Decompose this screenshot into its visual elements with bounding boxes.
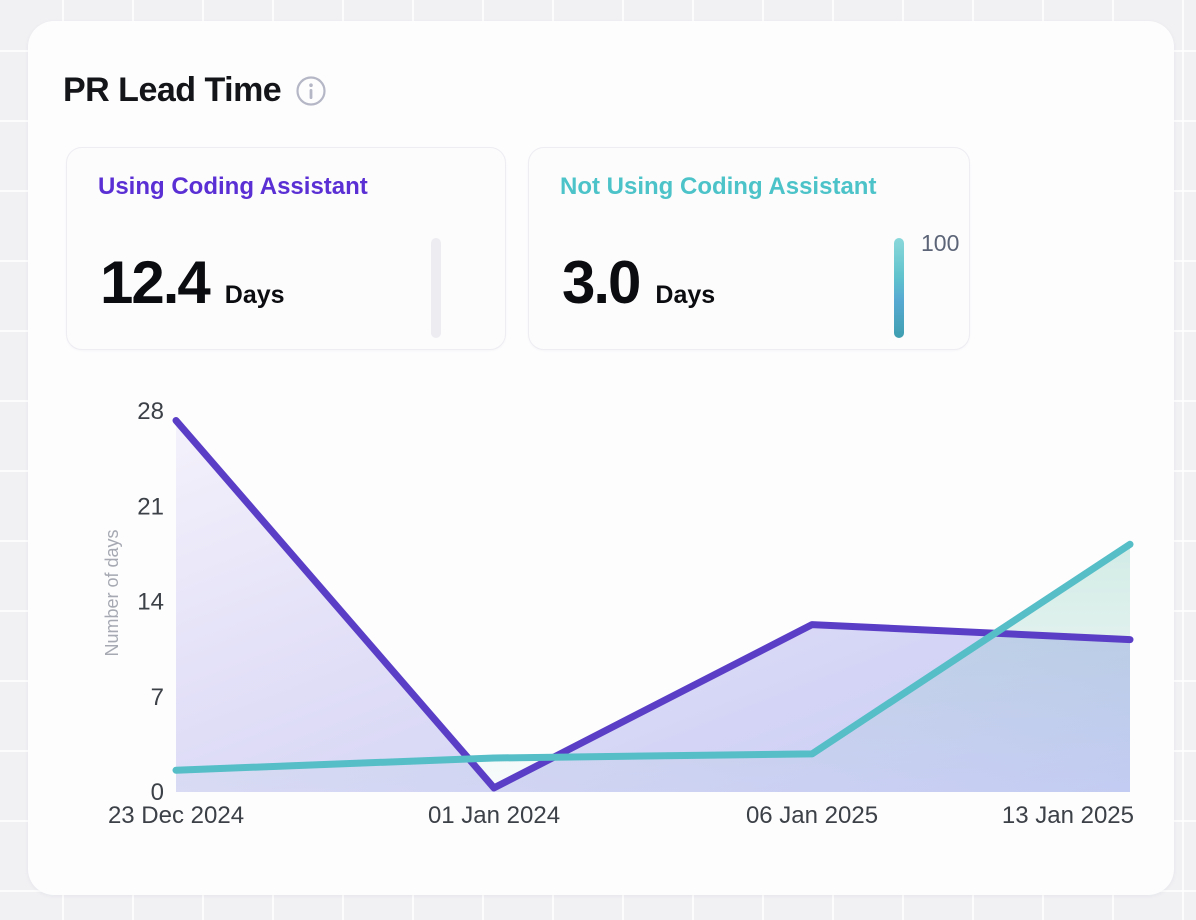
gauge-bar <box>431 238 441 338</box>
stat-value: 12.4 <box>100 248 209 317</box>
x-tick-label: 01 Jan 2024 <box>428 802 560 829</box>
y-tick-label: 21 <box>137 493 164 520</box>
page-title: PR Lead Time <box>63 71 281 110</box>
stat-value-row: 12.4 Days <box>100 248 285 317</box>
gauge-bar <box>894 238 904 338</box>
stat-value-row: 3.0 Days <box>562 248 715 317</box>
gauge-max-label: 100 <box>921 230 959 257</box>
stat-label: Using Coding Assistant <box>98 173 368 201</box>
line-chart-svg: 07142128Number of days23 Dec 202401 Jan … <box>90 395 1154 847</box>
y-tick-label: 28 <box>137 398 164 425</box>
stat-unit: Days <box>225 281 285 310</box>
stat-label: Not Using Coding Assistant <box>560 173 876 201</box>
x-tick-label: 13 Jan 2025 <box>1002 802 1134 829</box>
stat-value: 3.0 <box>562 248 639 317</box>
stat-card-not-using-assistant: Not Using Coding Assistant 3.0 Days 100 <box>528 147 970 350</box>
y-tick-label: 14 <box>137 589 164 616</box>
stat-unit: Days <box>655 281 715 310</box>
x-tick-label: 06 Jan 2025 <box>746 802 878 829</box>
y-tick-label: 7 <box>151 684 164 711</box>
stat-card-using-assistant: Using Coding Assistant 12.4 Days <box>66 147 506 350</box>
info-button[interactable] <box>295 75 327 107</box>
y-axis-title: Number of days <box>102 529 122 656</box>
x-tick-label: 23 Dec 2024 <box>108 802 244 829</box>
pr-lead-time-card: PR Lead Time Using Coding Assistant 12.4… <box>28 21 1174 895</box>
lead-time-chart: 07142128Number of days23 Dec 202401 Jan … <box>90 395 1154 847</box>
card-header: PR Lead Time <box>63 71 327 110</box>
info-icon <box>295 75 327 107</box>
